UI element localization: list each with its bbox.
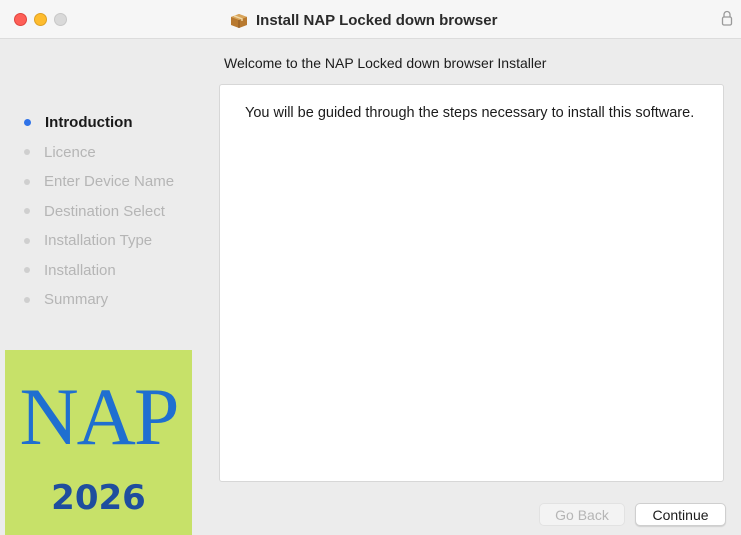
step-label: Summary bbox=[44, 291, 109, 309]
step-installation: Installation bbox=[24, 256, 174, 286]
logo-nap-text: NAP bbox=[19, 371, 179, 462]
step-label: Destination Select bbox=[44, 202, 165, 220]
installer-steps: Introduction Licence Enter Device Name D… bbox=[24, 108, 174, 315]
step-indicator-icon bbox=[24, 237, 30, 244]
step-licence: Licence bbox=[24, 138, 174, 168]
step-indicator-icon bbox=[24, 149, 30, 156]
zoom-window-button[interactable] bbox=[54, 13, 67, 26]
step-introduction: Introduction bbox=[24, 108, 174, 138]
lock-icon bbox=[721, 10, 733, 26]
window-title: Install NAP Locked down browser bbox=[230, 10, 497, 30]
step-destination-select: Destination Select bbox=[24, 197, 174, 227]
step-label: Introduction bbox=[45, 114, 133, 132]
logo-year-text: 2026 bbox=[51, 478, 146, 518]
step-enter-device-name: Enter Device Name bbox=[24, 167, 174, 197]
step-indicator-icon bbox=[24, 208, 30, 215]
nap-logo: NAP 2026 bbox=[5, 350, 192, 535]
step-indicator-icon bbox=[24, 119, 31, 127]
minimize-window-button[interactable] bbox=[34, 13, 47, 26]
continue-button[interactable]: Continue bbox=[635, 503, 726, 526]
step-summary: Summary bbox=[24, 285, 174, 315]
installer-window: Install NAP Locked down browser Welcome … bbox=[0, 0, 741, 535]
step-label: Installation Type bbox=[44, 232, 153, 250]
step-indicator-icon bbox=[24, 296, 30, 303]
step-label: Installation bbox=[44, 261, 116, 279]
intro-message: You will be guided through the steps nec… bbox=[245, 105, 695, 121]
step-installation-type: Installation Type bbox=[24, 226, 174, 256]
page-heading: Welcome to the NAP Locked down browser I… bbox=[224, 55, 547, 71]
step-label: Licence bbox=[44, 143, 96, 161]
step-label: Enter Device Name bbox=[44, 173, 175, 191]
package-icon bbox=[231, 14, 247, 28]
window-title-text: Install NAP Locked down browser bbox=[256, 11, 498, 29]
step-indicator-icon bbox=[24, 267, 30, 274]
title-bar[interactable]: Install NAP Locked down browser bbox=[0, 0, 741, 39]
step-indicator-icon bbox=[24, 178, 30, 185]
go-back-button[interactable]: Go Back bbox=[539, 503, 625, 526]
close-window-button[interactable] bbox=[14, 13, 27, 26]
content-panel: You will be guided through the steps nec… bbox=[219, 84, 724, 482]
